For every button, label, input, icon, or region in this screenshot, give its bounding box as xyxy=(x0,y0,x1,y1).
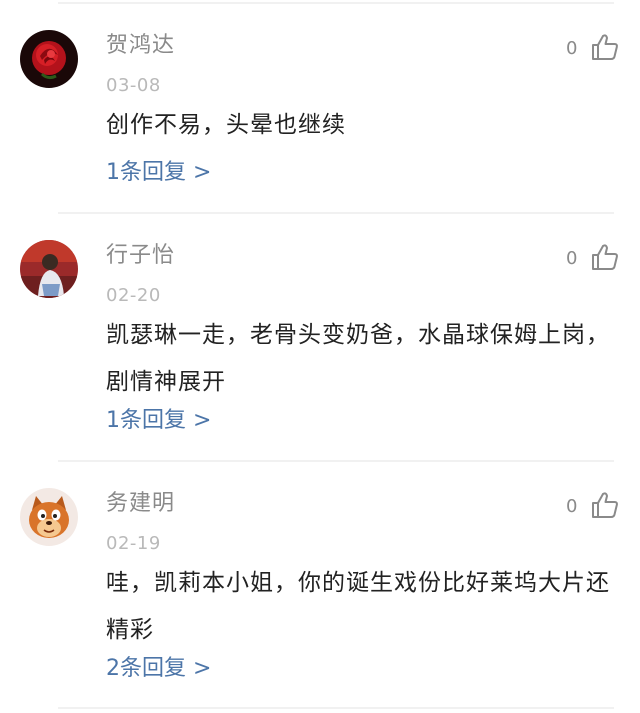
divider xyxy=(58,2,614,4)
comment-date: 03-08 xyxy=(106,75,161,96)
comment-list: 贺鸿达 03-08 创作不易，头晕也继续 1条回复 > 0 行子怡 02-20 xyxy=(0,0,640,713)
thumbs-up-icon xyxy=(592,492,618,518)
divider xyxy=(58,707,614,709)
comment-item: 务建明 02-19 哇，凯莉本小姐，你的诞生戏份比好莱坞大片还精彩 2条回复 >… xyxy=(0,488,640,698)
thumbs-up-icon xyxy=(592,244,618,270)
divider xyxy=(58,460,614,462)
view-replies-link[interactable]: 2条回复 > xyxy=(106,654,211,684)
avatar[interactable] xyxy=(20,30,78,88)
divider xyxy=(58,212,614,214)
cartoon-cat-avatar-icon xyxy=(20,488,78,546)
comment-item: 行子怡 02-20 凯瑟琳一走，老骨头变奶爸，水晶球保姆上岗，剧情神展开 1条回… xyxy=(0,240,640,450)
comment-date: 02-19 xyxy=(106,533,161,554)
like-button[interactable]: 0 xyxy=(566,490,628,524)
like-button[interactable]: 0 xyxy=(566,32,628,66)
like-count: 0 xyxy=(566,38,578,59)
red-rose-avatar-icon xyxy=(20,30,78,88)
person-photo-avatar-icon xyxy=(20,240,78,298)
comment-item: 贺鸿达 03-08 创作不易，头晕也继续 1条回复 > 0 xyxy=(0,30,640,210)
username[interactable]: 务建明 xyxy=(106,489,175,519)
comment-text: 凯瑟琳一走，老骨头变奶爸，水晶球保姆上岗，剧情神展开 xyxy=(106,322,610,395)
avatar[interactable] xyxy=(20,488,78,546)
like-count: 0 xyxy=(566,248,578,269)
username[interactable]: 行子怡 xyxy=(106,241,175,271)
thumbs-up-icon xyxy=(592,34,618,60)
comment-date: 02-20 xyxy=(106,285,161,306)
like-button[interactable]: 0 xyxy=(566,242,628,276)
comment-text: 哇，凯莉本小姐，你的诞生戏份比好莱坞大片还精彩 xyxy=(106,570,610,643)
view-replies-link[interactable]: 1条回复 > xyxy=(106,158,211,188)
comment-text: 创作不易，头晕也继续 xyxy=(106,112,346,138)
like-count: 0 xyxy=(566,496,578,517)
username[interactable]: 贺鸿达 xyxy=(106,31,175,61)
view-replies-link[interactable]: 1条回复 > xyxy=(106,406,211,436)
avatar[interactable] xyxy=(20,240,78,298)
